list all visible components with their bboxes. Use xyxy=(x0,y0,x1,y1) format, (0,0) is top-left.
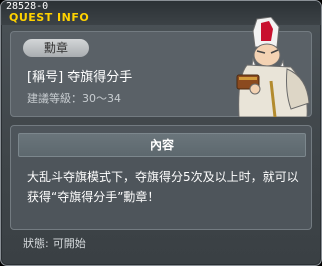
status-label: 狀態: xyxy=(23,237,49,250)
medal-tag-badge: 勳章 xyxy=(23,39,89,57)
content-header: 內容 xyxy=(18,133,306,157)
content-card: 內容 大乱斗夺旗模式下，夺旗得分5次及以上时，就可以获得“夺旗得分手”勳章！ xyxy=(10,125,312,230)
level-label: 建議等級： xyxy=(27,92,82,105)
npc-elder-portrait xyxy=(236,17,310,117)
window-title: QUEST INFO xyxy=(9,11,90,24)
medal-name: [稱号] 夺旗得分手 xyxy=(27,70,133,85)
level-range: 30～34 xyxy=(82,92,121,105)
status-row: 狀態: 可開始 xyxy=(23,238,86,250)
recommended-level: 建議等級：30～34 xyxy=(27,93,121,105)
quest-description: 大乱斗夺旗模式下，夺旗得分5次及以上时，就可以获得“夺旗得分手”勳章！ xyxy=(27,170,299,204)
status-value: 可開始 xyxy=(52,237,86,250)
quest-info-window: 28528-0 QUEST INFO 勳章 [稱号] 夺旗得分手 建議等級：30… xyxy=(0,0,322,266)
